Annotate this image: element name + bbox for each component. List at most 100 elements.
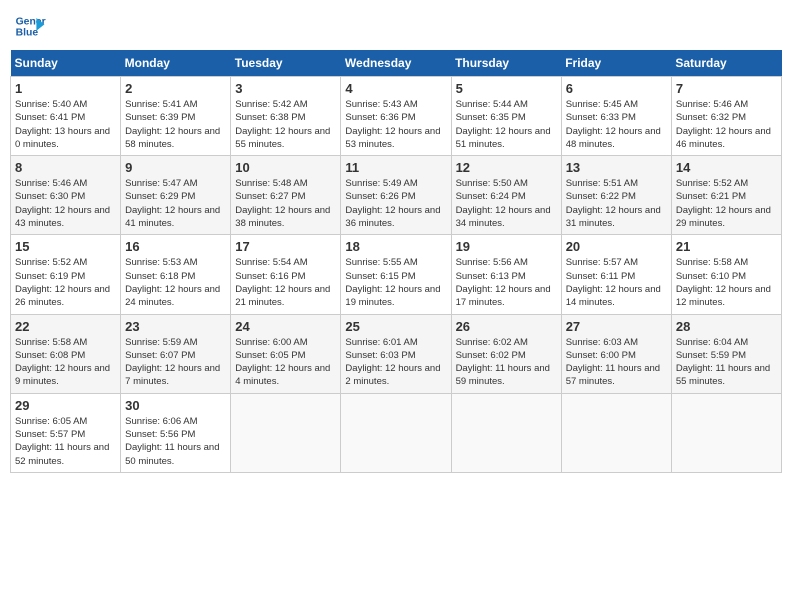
day-number: 3 <box>235 81 336 96</box>
day-number: 10 <box>235 160 336 175</box>
day-number: 11 <box>345 160 446 175</box>
column-header-saturday: Saturday <box>671 50 781 77</box>
calendar-cell: 16 Sunrise: 5:53 AM Sunset: 6:18 PM Dayli… <box>121 235 231 314</box>
day-info: Sunrise: 5:54 AM Sunset: 6:16 PM Dayligh… <box>235 256 336 309</box>
calendar-cell <box>451 393 561 472</box>
calendar-cell: 22 Sunrise: 5:58 AM Sunset: 6:08 PM Dayli… <box>11 314 121 393</box>
page-header: General Blue <box>10 10 782 42</box>
day-info: Sunrise: 6:01 AM Sunset: 6:03 PM Dayligh… <box>345 336 446 389</box>
calendar-cell: 18 Sunrise: 5:55 AM Sunset: 6:15 PM Dayli… <box>341 235 451 314</box>
day-info: Sunrise: 6:05 AM Sunset: 5:57 PM Dayligh… <box>15 415 116 468</box>
calendar-cell: 11 Sunrise: 5:49 AM Sunset: 6:26 PM Dayli… <box>341 156 451 235</box>
day-number: 24 <box>235 319 336 334</box>
day-info: Sunrise: 5:59 AM Sunset: 6:07 PM Dayligh… <box>125 336 226 389</box>
day-number: 9 <box>125 160 226 175</box>
calendar-cell <box>561 393 671 472</box>
day-info: Sunrise: 5:52 AM Sunset: 6:19 PM Dayligh… <box>15 256 116 309</box>
day-info: Sunrise: 5:55 AM Sunset: 6:15 PM Dayligh… <box>345 256 446 309</box>
calendar-week-row: 15 Sunrise: 5:52 AM Sunset: 6:19 PM Dayli… <box>11 235 782 314</box>
calendar-cell: 17 Sunrise: 5:54 AM Sunset: 6:16 PM Dayli… <box>231 235 341 314</box>
day-info: Sunrise: 5:57 AM Sunset: 6:11 PM Dayligh… <box>566 256 667 309</box>
day-number: 16 <box>125 239 226 254</box>
day-number: 2 <box>125 81 226 96</box>
day-info: Sunrise: 6:03 AM Sunset: 6:00 PM Dayligh… <box>566 336 667 389</box>
day-info: Sunrise: 5:46 AM Sunset: 6:32 PM Dayligh… <box>676 98 777 151</box>
day-info: Sunrise: 6:00 AM Sunset: 6:05 PM Dayligh… <box>235 336 336 389</box>
calendar-cell: 10 Sunrise: 5:48 AM Sunset: 6:27 PM Dayli… <box>231 156 341 235</box>
calendar-cell: 2 Sunrise: 5:41 AM Sunset: 6:39 PM Daylig… <box>121 77 231 156</box>
day-number: 25 <box>345 319 446 334</box>
day-number: 15 <box>15 239 116 254</box>
calendar-header-row: SundayMondayTuesdayWednesdayThursdayFrid… <box>11 50 782 77</box>
day-number: 22 <box>15 319 116 334</box>
day-number: 27 <box>566 319 667 334</box>
calendar-cell: 13Sunrise: 5:51 AM Sunset: 6:22 PM Dayli… <box>561 156 671 235</box>
day-number: 8 <box>15 160 116 175</box>
day-number: 28 <box>676 319 777 334</box>
day-info: Sunrise: 5:53 AM Sunset: 6:18 PM Dayligh… <box>125 256 226 309</box>
day-number: 7 <box>676 81 777 96</box>
day-number: 19 <box>456 239 557 254</box>
day-info: Sunrise: 5:56 AM Sunset: 6:13 PM Dayligh… <box>456 256 557 309</box>
logo: General Blue <box>14 10 46 42</box>
calendar-cell: 19 Sunrise: 5:56 AM Sunset: 6:13 PM Dayli… <box>451 235 561 314</box>
column-header-friday: Friday <box>561 50 671 77</box>
calendar-cell: 23 Sunrise: 5:59 AM Sunset: 6:07 PM Dayli… <box>121 314 231 393</box>
calendar-table: SundayMondayTuesdayWednesdayThursdayFrid… <box>10 50 782 473</box>
day-number: 23 <box>125 319 226 334</box>
calendar-cell: 25 Sunrise: 6:01 AM Sunset: 6:03 PM Dayli… <box>341 314 451 393</box>
calendar-week-row: 1Sunrise: 5:40 AM Sunset: 6:41 PM Daylig… <box>11 77 782 156</box>
day-info: Sunrise: 5:52 AM Sunset: 6:21 PM Dayligh… <box>676 177 777 230</box>
day-info: Sunrise: 5:47 AM Sunset: 6:29 PM Dayligh… <box>125 177 226 230</box>
calendar-cell: 6Sunrise: 5:45 AM Sunset: 6:33 PM Daylig… <box>561 77 671 156</box>
calendar-week-row: 29 Sunrise: 6:05 AM Sunset: 5:57 PM Dayli… <box>11 393 782 472</box>
calendar-cell: 20 Sunrise: 5:57 AM Sunset: 6:11 PM Dayli… <box>561 235 671 314</box>
day-number: 26 <box>456 319 557 334</box>
day-info: Sunrise: 5:40 AM Sunset: 6:41 PM Dayligh… <box>15 98 116 151</box>
day-info: Sunrise: 5:58 AM Sunset: 6:08 PM Dayligh… <box>15 336 116 389</box>
calendar-week-row: 8 Sunrise: 5:46 AM Sunset: 6:30 PM Daylig… <box>11 156 782 235</box>
day-number: 4 <box>345 81 446 96</box>
svg-text:Blue: Blue <box>16 28 39 39</box>
calendar-cell <box>341 393 451 472</box>
calendar-cell: 15 Sunrise: 5:52 AM Sunset: 6:19 PM Dayli… <box>11 235 121 314</box>
day-number: 20 <box>566 239 667 254</box>
calendar-cell: 30 Sunrise: 6:06 AM Sunset: 5:56 PM Dayli… <box>121 393 231 472</box>
day-number: 29 <box>15 398 116 413</box>
day-info: Sunrise: 5:49 AM Sunset: 6:26 PM Dayligh… <box>345 177 446 230</box>
day-info: Sunrise: 5:42 AM Sunset: 6:38 PM Dayligh… <box>235 98 336 151</box>
column-header-monday: Monday <box>121 50 231 77</box>
day-number: 14 <box>676 160 777 175</box>
calendar-cell: 9 Sunrise: 5:47 AM Sunset: 6:29 PM Daylig… <box>121 156 231 235</box>
column-header-wednesday: Wednesday <box>341 50 451 77</box>
calendar-cell: 21 Sunrise: 5:58 AM Sunset: 6:10 PM Dayli… <box>671 235 781 314</box>
day-number: 21 <box>676 239 777 254</box>
day-info: Sunrise: 6:06 AM Sunset: 5:56 PM Dayligh… <box>125 415 226 468</box>
day-info: Sunrise: 5:48 AM Sunset: 6:27 PM Dayligh… <box>235 177 336 230</box>
day-number: 17 <box>235 239 336 254</box>
day-info: Sunrise: 6:04 AM Sunset: 5:59 PM Dayligh… <box>676 336 777 389</box>
calendar-cell: 8 Sunrise: 5:46 AM Sunset: 6:30 PM Daylig… <box>11 156 121 235</box>
day-info: Sunrise: 5:46 AM Sunset: 6:30 PM Dayligh… <box>15 177 116 230</box>
day-number: 30 <box>125 398 226 413</box>
calendar-cell: 14 Sunrise: 5:52 AM Sunset: 6:21 PM Dayli… <box>671 156 781 235</box>
calendar-cell: 29 Sunrise: 6:05 AM Sunset: 5:57 PM Dayli… <box>11 393 121 472</box>
calendar-cell: 12 Sunrise: 5:50 AM Sunset: 6:24 PM Dayli… <box>451 156 561 235</box>
day-number: 18 <box>345 239 446 254</box>
logo-icon: General Blue <box>14 10 46 42</box>
day-number: 12 <box>456 160 557 175</box>
day-info: Sunrise: 5:50 AM Sunset: 6:24 PM Dayligh… <box>456 177 557 230</box>
calendar-cell <box>671 393 781 472</box>
day-info: Sunrise: 5:41 AM Sunset: 6:39 PM Dayligh… <box>125 98 226 151</box>
calendar-cell: 5Sunrise: 5:44 AM Sunset: 6:35 PM Daylig… <box>451 77 561 156</box>
calendar-cell: 27 Sunrise: 6:03 AM Sunset: 6:00 PM Dayli… <box>561 314 671 393</box>
calendar-cell: 28 Sunrise: 6:04 AM Sunset: 5:59 PM Dayli… <box>671 314 781 393</box>
calendar-week-row: 22 Sunrise: 5:58 AM Sunset: 6:08 PM Dayli… <box>11 314 782 393</box>
calendar-cell: 3 Sunrise: 5:42 AM Sunset: 6:38 PM Daylig… <box>231 77 341 156</box>
day-info: Sunrise: 5:58 AM Sunset: 6:10 PM Dayligh… <box>676 256 777 309</box>
calendar-cell <box>231 393 341 472</box>
calendar-cell: 24 Sunrise: 6:00 AM Sunset: 6:05 PM Dayli… <box>231 314 341 393</box>
day-info: Sunrise: 5:51 AM Sunset: 6:22 PM Dayligh… <box>566 177 667 230</box>
day-info: Sunrise: 5:43 AM Sunset: 6:36 PM Dayligh… <box>345 98 446 151</box>
column-header-thursday: Thursday <box>451 50 561 77</box>
